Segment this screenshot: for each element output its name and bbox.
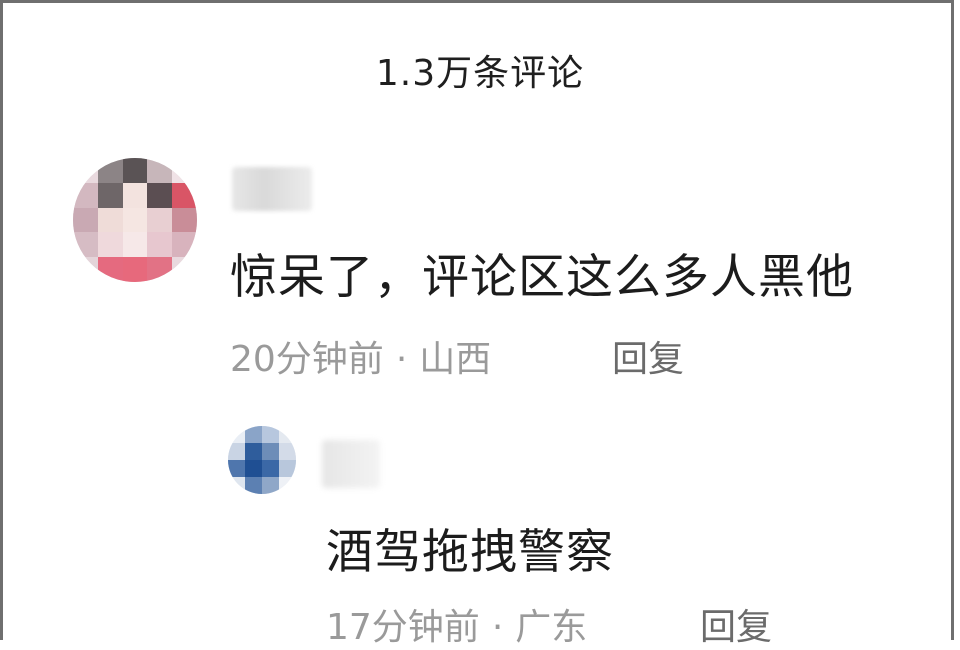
comment-meta: 20分钟前 · 山西 <box>230 330 491 382</box>
reply-text: 酒驾拖拽警察 <box>326 525 614 580</box>
avatar[interactable] <box>228 426 296 494</box>
comment-location: 山西 <box>419 339 492 380</box>
username-blurred[interactable] <box>232 167 312 211</box>
username-blurred[interactable] <box>322 440 380 488</box>
comment-time: 20分钟前 <box>230 339 384 380</box>
reply-button[interactable]: 回复 <box>700 598 772 650</box>
comment-text: 惊呆了，评论区这么多人黑他 <box>230 250 854 305</box>
reply-location: 广东 <box>515 607 588 648</box>
meta-separator: · <box>395 339 408 380</box>
reply-time: 17分钟前 <box>326 607 480 648</box>
meta-separator: · <box>491 607 504 648</box>
comment-count-title: 1.3万条评论 <box>375 53 585 94</box>
avatar[interactable] <box>73 158 197 282</box>
reply-meta: 17分钟前 · 广东 <box>326 598 587 650</box>
reply-button[interactable]: 回复 <box>612 330 684 382</box>
